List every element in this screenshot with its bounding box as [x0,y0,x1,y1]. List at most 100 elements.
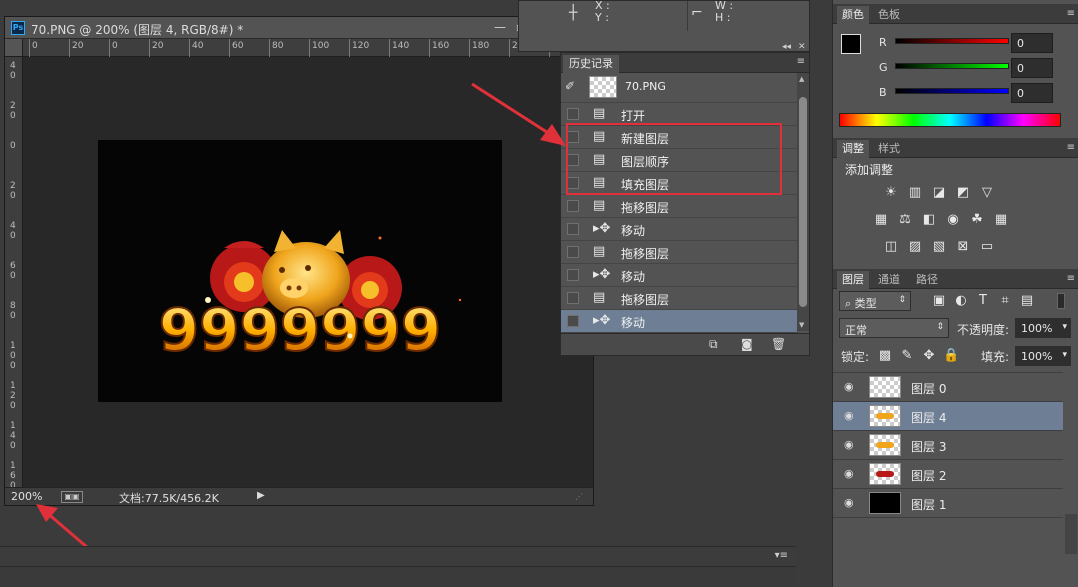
layer-thumbnail-content [876,471,894,477]
layers-scrollbar[interactable] [1065,514,1077,554]
layer-thumbnail[interactable] [869,434,901,456]
blend-mode-dropdown[interactable]: 正常 ⇕ [839,318,949,338]
eye-icon[interactable]: ◉ [844,380,854,393]
eye-icon[interactable]: ◉ [844,438,854,451]
arrow-head [540,124,566,146]
filter-toggle[interactable] [1057,293,1065,309]
layer-filter-dropdown[interactable]: ⌕ 类型 ⇕ [839,291,911,311]
layer-thumbnail-content [876,413,894,419]
r-value-field[interactable]: 0 [1011,33,1053,53]
chevron-updown-icon: ⇕ [898,295,906,305]
eye-icon[interactable]: ◉ [844,409,854,422]
arrow-to-history [471,82,557,140]
lock-label: 锁定: [841,350,870,364]
workspace-bottom-bar: ▾≡ [0,546,796,566]
lock-transparent-icon[interactable]: ▩ [877,349,893,363]
filter-smart-icon[interactable]: ▤ [1019,294,1035,308]
fill-field[interactable]: 100% ▾ [1015,346,1071,366]
levels-icon[interactable]: ▥ [907,186,923,200]
r-slider[interactable] [895,38,1009,44]
b-value-field[interactable]: 0 [1011,83,1053,103]
lock-paint-icon[interactable]: ✎ [899,349,915,363]
invert-icon[interactable]: ◫ [883,240,899,254]
lock-position-icon[interactable]: ✥ [921,349,937,363]
gradient-map-icon[interactable]: ▭ [979,240,995,254]
right-panels: 颜色 色板 ≡ R 0 G 0 B 0 调整 样式 ≡ 添加调整 ☀ ▥ ◪ ◩… [832,0,1078,587]
fill-value: 100% [1021,350,1053,363]
color-tabbar: 颜色 色板 ≡ [833,4,1078,24]
filter-shape-icon[interactable]: ⌗ [997,294,1013,308]
hue-saturation-icon[interactable]: ▦ [873,213,889,227]
eye-icon[interactable]: ◉ [844,496,854,509]
search-icon: ⌕ [845,297,852,310]
curves-icon[interactable]: ◪ [931,186,947,200]
chevron-down-icon[interactable]: ▾ [1062,322,1067,332]
layer-filter-label: 类型 [854,297,877,310]
adjustments-heading: 添加调整 [845,163,894,177]
opacity-field[interactable]: 100% ▾ [1015,318,1071,338]
layer-name: 图层 0 [911,382,947,396]
layer-name: 图层 3 [911,440,947,454]
opacity-label: 不透明度: [957,323,1010,337]
workspace-bottom-bar-2 [0,566,796,587]
tab-channels[interactable]: 通道 [873,271,905,289]
g-label: G [879,61,888,74]
layer-row[interactable]: ◉ 图层 3 [833,431,1063,460]
opacity-value: 100% [1021,322,1053,335]
layer-row[interactable]: ◉ 图层 4 [833,402,1063,431]
channel-mixer-icon[interactable]: ☘ [969,213,985,227]
layer-name: 图层 1 [911,498,947,512]
tab-layers[interactable]: 图层 [837,271,869,289]
tab-color[interactable]: 颜色 [837,6,869,24]
chevron-down-icon[interactable]: ▾ [1062,350,1067,360]
color-spectrum-bar[interactable] [839,113,1061,127]
layer-row[interactable]: ◉ 图层 2 [833,460,1063,489]
lock-all-icon[interactable]: 🔒 [943,349,959,363]
layer-name: 图层 4 [911,411,947,425]
filter-type-icon[interactable]: T [975,294,991,308]
blend-mode-value: 正常 [845,324,867,337]
tab-paths[interactable]: 路径 [911,271,943,289]
tab-adjustments[interactable]: 调整 [837,140,869,158]
g-value-field[interactable]: 0 [1011,58,1053,78]
layer-row[interactable]: ◉ 图层 1 [833,489,1063,518]
panel-menu-icon[interactable]: ≡ [1067,273,1075,284]
layer-thumbnail[interactable] [869,463,901,485]
black-white-icon[interactable]: ◧ [921,213,937,227]
b-label: B [879,86,887,99]
photo-filter-icon[interactable]: ◉ [945,213,961,227]
panel-menu-icon[interactable]: ≡ [1067,8,1075,19]
exposure-icon[interactable]: ◩ [955,186,971,200]
panel-menu-icon[interactable]: ≡ [1067,142,1075,153]
eye-icon[interactable]: ◉ [844,467,854,480]
g-slider[interactable] [895,63,1009,69]
tab-swatches[interactable]: 色板 [873,6,905,24]
vibrance-icon[interactable]: ▽ [979,186,995,200]
selective-color-icon[interactable]: ⊠ [955,240,971,254]
layers-list: ◉ 图层 0 ◉ 图层 4 ◉ 图层 3 ◉ 图层 2 ◉ 图层 1 [833,372,1063,520]
layer-thumbnail[interactable] [869,492,901,514]
filter-adjustment-icon[interactable]: ◐ [953,294,969,308]
posterize-icon[interactable]: ▨ [907,240,923,254]
layer-thumbnail-content [876,442,894,448]
b-slider[interactable] [895,88,1009,94]
r-label: R [879,36,887,49]
arrow-to-zoom [45,510,89,550]
annotation-arrows [36,82,566,550]
panel-menu-icon[interactable]: ▾≡ [775,550,788,561]
adjustments-tabbar: 调整 样式 ≡ [833,138,1078,158]
layer-name: 图层 2 [911,469,947,483]
layers-tabbar: 图层 通道 路径 ≡ [833,269,1078,289]
foreground-color-swatch[interactable] [841,34,861,54]
threshold-icon[interactable]: ▧ [931,240,947,254]
layer-thumbnail[interactable] [869,376,901,398]
fill-label: 填充: [981,350,1010,364]
color-balance-icon[interactable]: ⚖ [897,213,913,227]
brightness-icon[interactable]: ☀ [883,186,899,200]
layer-row[interactable]: ◉ 图层 0 [833,373,1063,402]
layer-thumbnail[interactable] [869,405,901,427]
chevron-updown-icon: ⇕ [936,322,944,332]
filter-pixel-icon[interactable]: ▣ [931,294,947,308]
tab-styles[interactable]: 样式 [873,140,905,158]
color-lookup-icon[interactable]: ▦ [993,213,1009,227]
